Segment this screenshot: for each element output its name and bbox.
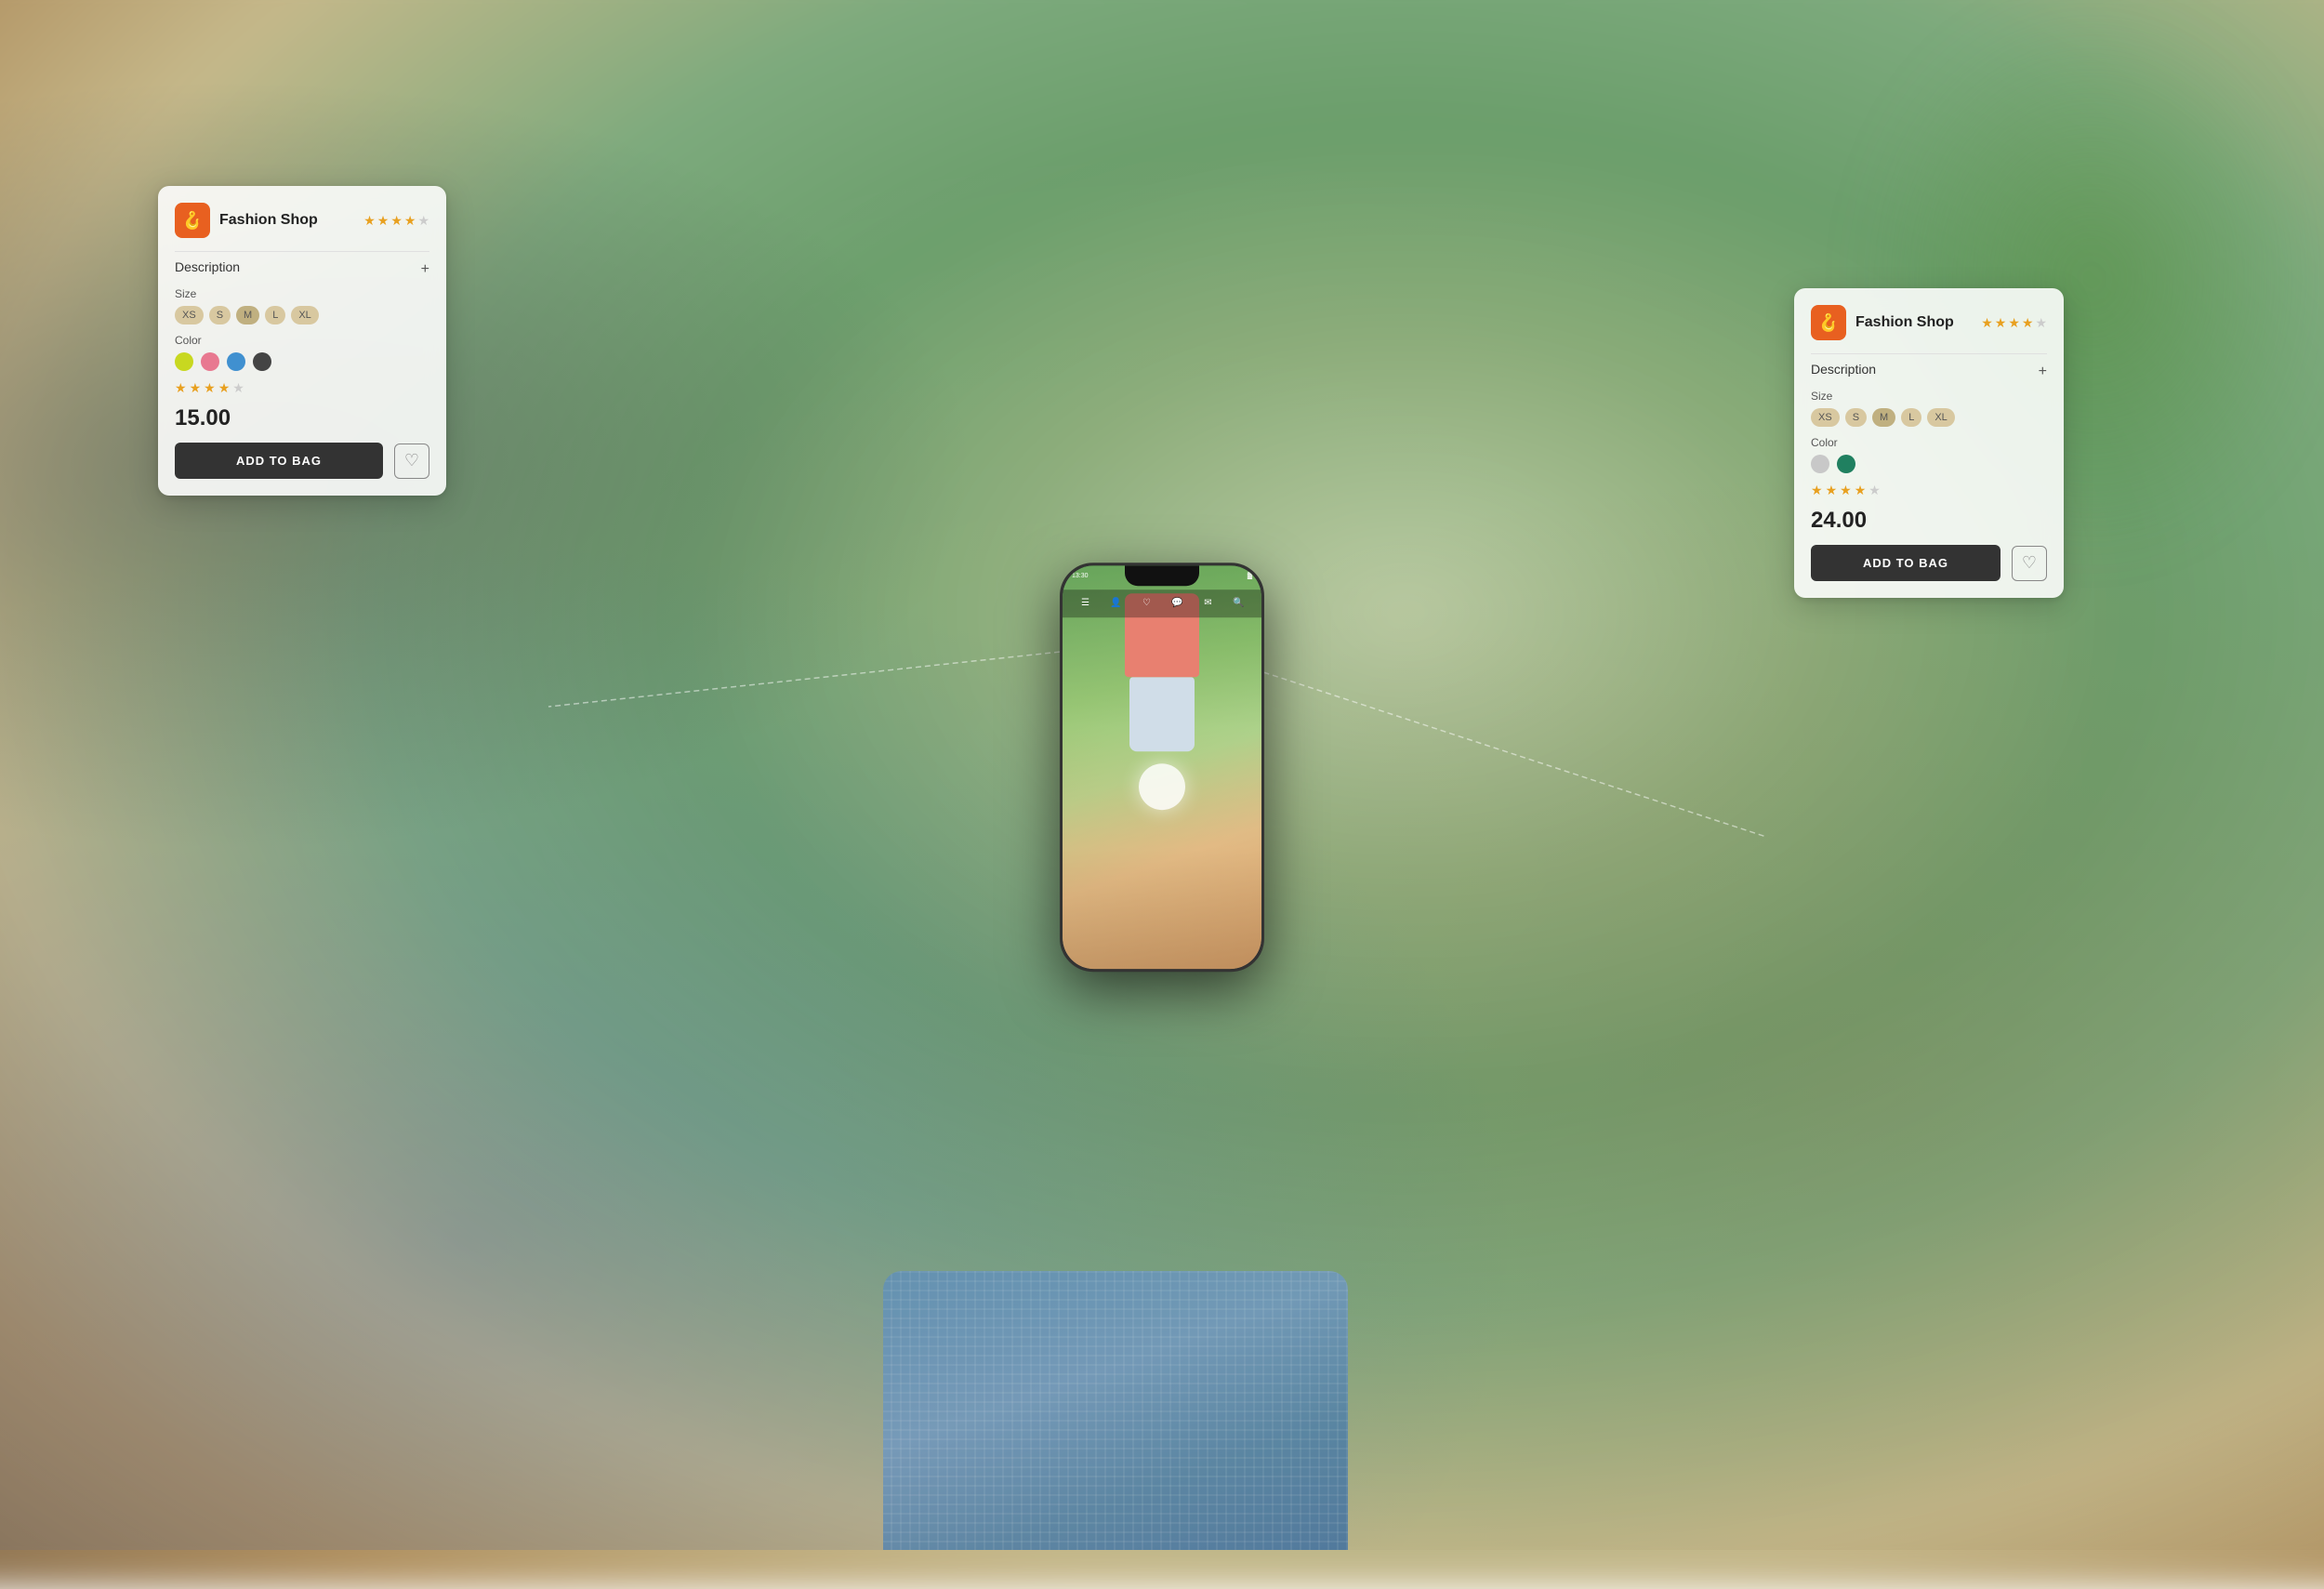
card-right-divider	[1811, 353, 2047, 354]
card-left-description-label: Description	[175, 259, 240, 274]
card-left-divider	[175, 251, 429, 252]
nav-mail-icon[interactable]: ✉	[1202, 597, 1215, 610]
nav-user-icon[interactable]: 👤	[1110, 597, 1123, 610]
card-left-color-label: Color	[175, 334, 429, 347]
card-left-color-options	[175, 352, 429, 371]
card-right-product-rating: ★ ★ ★ ★ ★	[1811, 483, 2047, 498]
star-5: ★	[417, 213, 429, 229]
nav-menu-icon[interactable]: ☰	[1079, 597, 1092, 610]
shirt-sleeve	[883, 1271, 1348, 1550]
r-star-5: ★	[2035, 315, 2047, 331]
card-right-rating-stars: ★ ★ ★ ★ ★	[1981, 315, 2047, 331]
card-right-color-options	[1811, 455, 2047, 473]
card-left-description-expand-icon[interactable]: +	[421, 261, 429, 278]
r-color-dot-green[interactable]	[1837, 455, 1855, 473]
rp-star-3: ★	[1840, 483, 1852, 498]
card-right-description-expand-icon[interactable]: +	[2039, 364, 2047, 380]
r-star-4: ★	[2022, 315, 2034, 331]
star-2: ★	[377, 213, 390, 229]
rp-star-2: ★	[1826, 483, 1838, 498]
nav-search-icon[interactable]: 🔍	[1233, 597, 1246, 610]
phone-device: 13:30 ▓ ☰ 👤 ♡ 💬 ✉ 🔍	[1060, 563, 1264, 972]
card-right-actions: ADD TO BAG ♡	[1811, 545, 2047, 581]
color-dot-yellow-green[interactable]	[175, 352, 193, 371]
card-right-size-options: XS S M L XL	[1811, 408, 2047, 427]
touch-point-circle	[1139, 763, 1185, 810]
wishlist-icon-right: ♡	[2022, 553, 2037, 573]
r-size-btn-l[interactable]: L	[1901, 408, 1921, 427]
card-left-rating-stars: ★ ★ ★ ★ ★	[363, 213, 429, 229]
card-right-store-icon: 🪝	[1811, 305, 1846, 340]
wishlist-button-left[interactable]: ♡	[394, 444, 429, 479]
nav-chat-icon[interactable]: 💬	[1171, 597, 1184, 610]
rp-star-4: ★	[1855, 483, 1867, 498]
star-3: ★	[390, 213, 403, 229]
size-btn-xl[interactable]: XL	[291, 306, 318, 324]
prod-star-3: ★	[204, 380, 216, 396]
prod-star-1: ★	[175, 380, 187, 396]
card-left-store-icon: 🪝	[175, 203, 210, 238]
card-left-size-label: Size	[175, 287, 429, 300]
size-btn-xs[interactable]: XS	[175, 306, 204, 324]
size-btn-m[interactable]: M	[236, 306, 259, 324]
r-star-2: ★	[1995, 315, 2007, 331]
add-to-bag-button-right[interactable]: ADD TO BAG	[1811, 545, 2000, 581]
color-dot-pink[interactable]	[201, 352, 219, 371]
phone-screen: 13:30 ▓ ☰ 👤 ♡ 💬 ✉ 🔍	[1063, 565, 1261, 969]
star-4: ★	[404, 213, 416, 229]
product-card-left: 🪝 Fashion Shop ★ ★ ★ ★ ★ Description + S…	[158, 186, 446, 496]
phone-body: 13:30 ▓ ☰ 👤 ♡ 💬 ✉ 🔍	[1060, 563, 1264, 972]
rp-star-5: ★	[1868, 483, 1881, 498]
card-left-size-options: XS S M L XL	[175, 306, 429, 324]
mannequin-bottom	[1129, 677, 1195, 751]
r-color-dot-gray[interactable]	[1811, 455, 1829, 473]
prod-star-5: ★	[232, 380, 244, 396]
r-star-3: ★	[2008, 315, 2020, 331]
rp-star-1: ★	[1811, 483, 1823, 498]
r-star-1: ★	[1981, 315, 1993, 331]
add-to-bag-button-left[interactable]: ADD TO BAG	[175, 443, 383, 479]
mannequin-display	[1116, 593, 1208, 779]
size-btn-s[interactable]: S	[209, 306, 231, 324]
r-size-btn-s[interactable]: S	[1845, 408, 1867, 427]
nav-heart-icon[interactable]: ♡	[1141, 597, 1154, 610]
status-battery: ▓	[1248, 573, 1252, 579]
color-dot-dark[interactable]	[253, 352, 271, 371]
product-card-right: 🪝 Fashion Shop ★ ★ ★ ★ ★ Description + S…	[1794, 288, 2064, 598]
card-right-color-label: Color	[1811, 436, 2047, 449]
card-right-header: 🪝 Fashion Shop ★ ★ ★ ★ ★	[1811, 305, 2047, 340]
card-left-store-name: Fashion Shop	[219, 212, 354, 229]
card-right-description-label: Description	[1811, 362, 1876, 377]
card-left-description-row[interactable]: Description +	[175, 259, 429, 280]
card-left-price: 15.00	[175, 405, 429, 431]
card-left-product-rating: ★ ★ ★ ★ ★	[175, 380, 429, 396]
prod-star-4: ★	[218, 380, 231, 396]
card-left-header: 🪝 Fashion Shop ★ ★ ★ ★ ★	[175, 203, 429, 238]
status-time: 13:30	[1072, 573, 1089, 579]
color-dot-blue[interactable]	[227, 352, 245, 371]
prod-star-2: ★	[190, 380, 202, 396]
r-size-btn-m[interactable]: M	[1872, 408, 1895, 427]
wishlist-button-right[interactable]: ♡	[2012, 546, 2047, 581]
card-right-size-label: Size	[1811, 390, 2047, 403]
phone-nav-bar[interactable]: ☰ 👤 ♡ 💬 ✉ 🔍	[1063, 589, 1261, 617]
r-size-btn-xs[interactable]: XS	[1811, 408, 1840, 427]
card-right-price: 24.00	[1811, 508, 2047, 534]
card-right-description-row[interactable]: Description +	[1811, 362, 2047, 382]
r-size-btn-xl[interactable]: XL	[1927, 408, 1954, 427]
sleeve-pattern	[883, 1271, 1348, 1550]
wishlist-icon-left: ♡	[404, 451, 419, 470]
card-right-store-name: Fashion Shop	[1855, 314, 1972, 331]
star-1: ★	[363, 213, 376, 229]
phone-status-bar: 13:30 ▓	[1072, 569, 1252, 584]
size-btn-l[interactable]: L	[265, 306, 285, 324]
card-left-actions: ADD TO BAG ♡	[175, 443, 429, 479]
